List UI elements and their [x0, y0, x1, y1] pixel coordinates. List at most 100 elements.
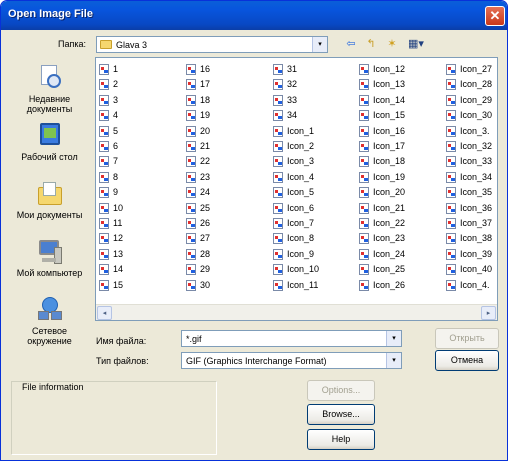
- gif-file-icon: [99, 248, 109, 260]
- chevron-down-icon[interactable]: ▾: [386, 331, 401, 346]
- file-list[interactable]: 1 2 3 4 5 6 7 8 9 10 11 12 13 14 15 16 17 18 19 20 21 22 23 24 2…: [95, 57, 498, 321]
- gif-file-icon: [446, 233, 456, 245]
- file-name: 34: [287, 110, 298, 121]
- place-recent-documents[interactable]: Недавние документы: [11, 65, 88, 114]
- gif-file-icon: [359, 64, 369, 75]
- chevron-down-icon[interactable]: ▾: [386, 353, 401, 368]
- network-places-icon: [36, 297, 64, 323]
- file-name: Icon_4.: [460, 279, 490, 290]
- gif-file-icon: [446, 202, 456, 214]
- file-name: Icon_36: [460, 202, 493, 213]
- file-name: Icon_11: [287, 279, 319, 290]
- up-folder-icon[interactable]: ↰: [363, 36, 379, 52]
- browse-button[interactable]: Browse...: [307, 404, 375, 425]
- new-folder-icon[interactable]: ✶: [384, 36, 400, 52]
- folder-icon: [100, 40, 112, 49]
- place-my-computer[interactable]: Мой компьютер: [11, 239, 88, 278]
- gif-file-icon: [273, 187, 283, 199]
- place-my-documents[interactable]: Мои документы: [11, 181, 88, 220]
- file-name: Icon_37: [460, 218, 493, 228]
- place-label: Мои документы: [16, 210, 83, 220]
- gif-file-icon: [186, 233, 196, 245]
- scroll-right-button[interactable]: ▸: [481, 306, 496, 320]
- gif-file-icon: [273, 125, 283, 137]
- file-name: Icon_10: [287, 264, 320, 275]
- gif-file-icon: [273, 156, 283, 168]
- my-computer-icon: [36, 239, 64, 265]
- file-name: 17: [200, 79, 211, 90]
- file-name: 13: [113, 248, 124, 259]
- back-icon[interactable]: ⇦: [344, 36, 358, 52]
- file-name: Icon_2: [287, 141, 315, 151]
- gif-file-icon: [186, 248, 196, 260]
- place-network[interactable]: Сетевое окружение: [11, 297, 88, 346]
- file-name: 3: [113, 94, 119, 105]
- file-name: 10: [113, 202, 124, 213]
- title-bar[interactable]: Open Image File ✕: [1, 1, 507, 30]
- place-desktop[interactable]: Рабочий стол: [11, 123, 88, 162]
- gif-file-icon: [446, 279, 456, 291]
- file-name: 24: [200, 187, 211, 198]
- close-button[interactable]: ✕: [485, 6, 505, 26]
- file-name: Icon_20: [373, 187, 406, 198]
- file-name: Icon_9: [287, 248, 315, 259]
- file-name: 33: [287, 94, 298, 105]
- file-name: 19: [200, 110, 211, 121]
- file-name: Icon_19: [373, 171, 406, 182]
- file-name: Icon_29: [460, 94, 493, 105]
- file-name: 29: [200, 264, 211, 275]
- gif-file-icon: [359, 171, 369, 183]
- file-name: 27: [200, 233, 211, 244]
- gif-file-icon: [273, 279, 283, 291]
- file-name: Icon_16: [373, 125, 406, 136]
- filetype-select[interactable]: GIF (Graphics Interchange Format) ▾: [181, 352, 402, 369]
- lookin-dropdown[interactable]: Glava 3 ▾: [96, 36, 328, 53]
- file-name: 1: [113, 64, 119, 74]
- gif-file-icon: [359, 156, 369, 168]
- help-button[interactable]: Help: [307, 429, 375, 450]
- file-name: Icon_18: [373, 156, 406, 167]
- gif-file-icon: [186, 156, 196, 168]
- scroll-left-button[interactable]: ◂: [97, 306, 112, 320]
- file-name: Icon_34: [460, 171, 493, 182]
- file-name: 12: [113, 233, 124, 244]
- gif-file-icon: [99, 233, 109, 245]
- gif-file-icon: [273, 141, 283, 152]
- file-name: 32: [287, 79, 298, 90]
- file-name: 7: [113, 156, 119, 167]
- gif-file-icon: [99, 94, 109, 106]
- cancel-button[interactable]: Отмена: [435, 350, 499, 371]
- gif-file-icon: [99, 141, 109, 152]
- file-name: Icon_17: [373, 141, 406, 151]
- gif-file-icon: [186, 110, 196, 122]
- gif-file-icon: [186, 218, 196, 229]
- file-name: 23: [200, 171, 211, 182]
- gif-file-icon: [186, 171, 196, 183]
- gif-file-icon: [99, 218, 109, 229]
- open-button[interactable]: Открыть: [435, 328, 499, 349]
- filename-input[interactable]: *.gif ▾: [181, 330, 402, 347]
- gif-file-icon: [359, 218, 369, 229]
- gif-file-icon: [186, 79, 196, 91]
- file-name: Icon_38: [460, 233, 493, 244]
- chevron-down-icon[interactable]: ▾: [312, 37, 327, 52]
- file-name: Icon_15: [373, 110, 406, 121]
- view-menu-icon[interactable]: ▦▾: [404, 36, 428, 52]
- horizontal-scrollbar[interactable]: ◂ ▸: [96, 304, 497, 320]
- file-name: Icon_24: [373, 248, 406, 259]
- gif-file-icon: [186, 94, 196, 106]
- gif-file-icon: [99, 171, 109, 183]
- file-name: 21: [200, 141, 211, 151]
- options-button[interactable]: Options...: [307, 380, 375, 401]
- file-name: Icon_23: [373, 233, 406, 244]
- lookin-label: Папка:: [58, 39, 86, 49]
- gif-file-icon: [186, 264, 196, 276]
- file-name: Icon_35: [460, 187, 493, 198]
- place-label: Мой компьютер: [16, 268, 83, 278]
- file-name: 25: [200, 202, 211, 213]
- file-name: Icon_4: [287, 171, 315, 182]
- file-name: Icon_12: [373, 64, 406, 74]
- gif-file-icon: [446, 171, 456, 183]
- gif-file-icon: [446, 94, 456, 106]
- gif-file-icon: [186, 64, 196, 75]
